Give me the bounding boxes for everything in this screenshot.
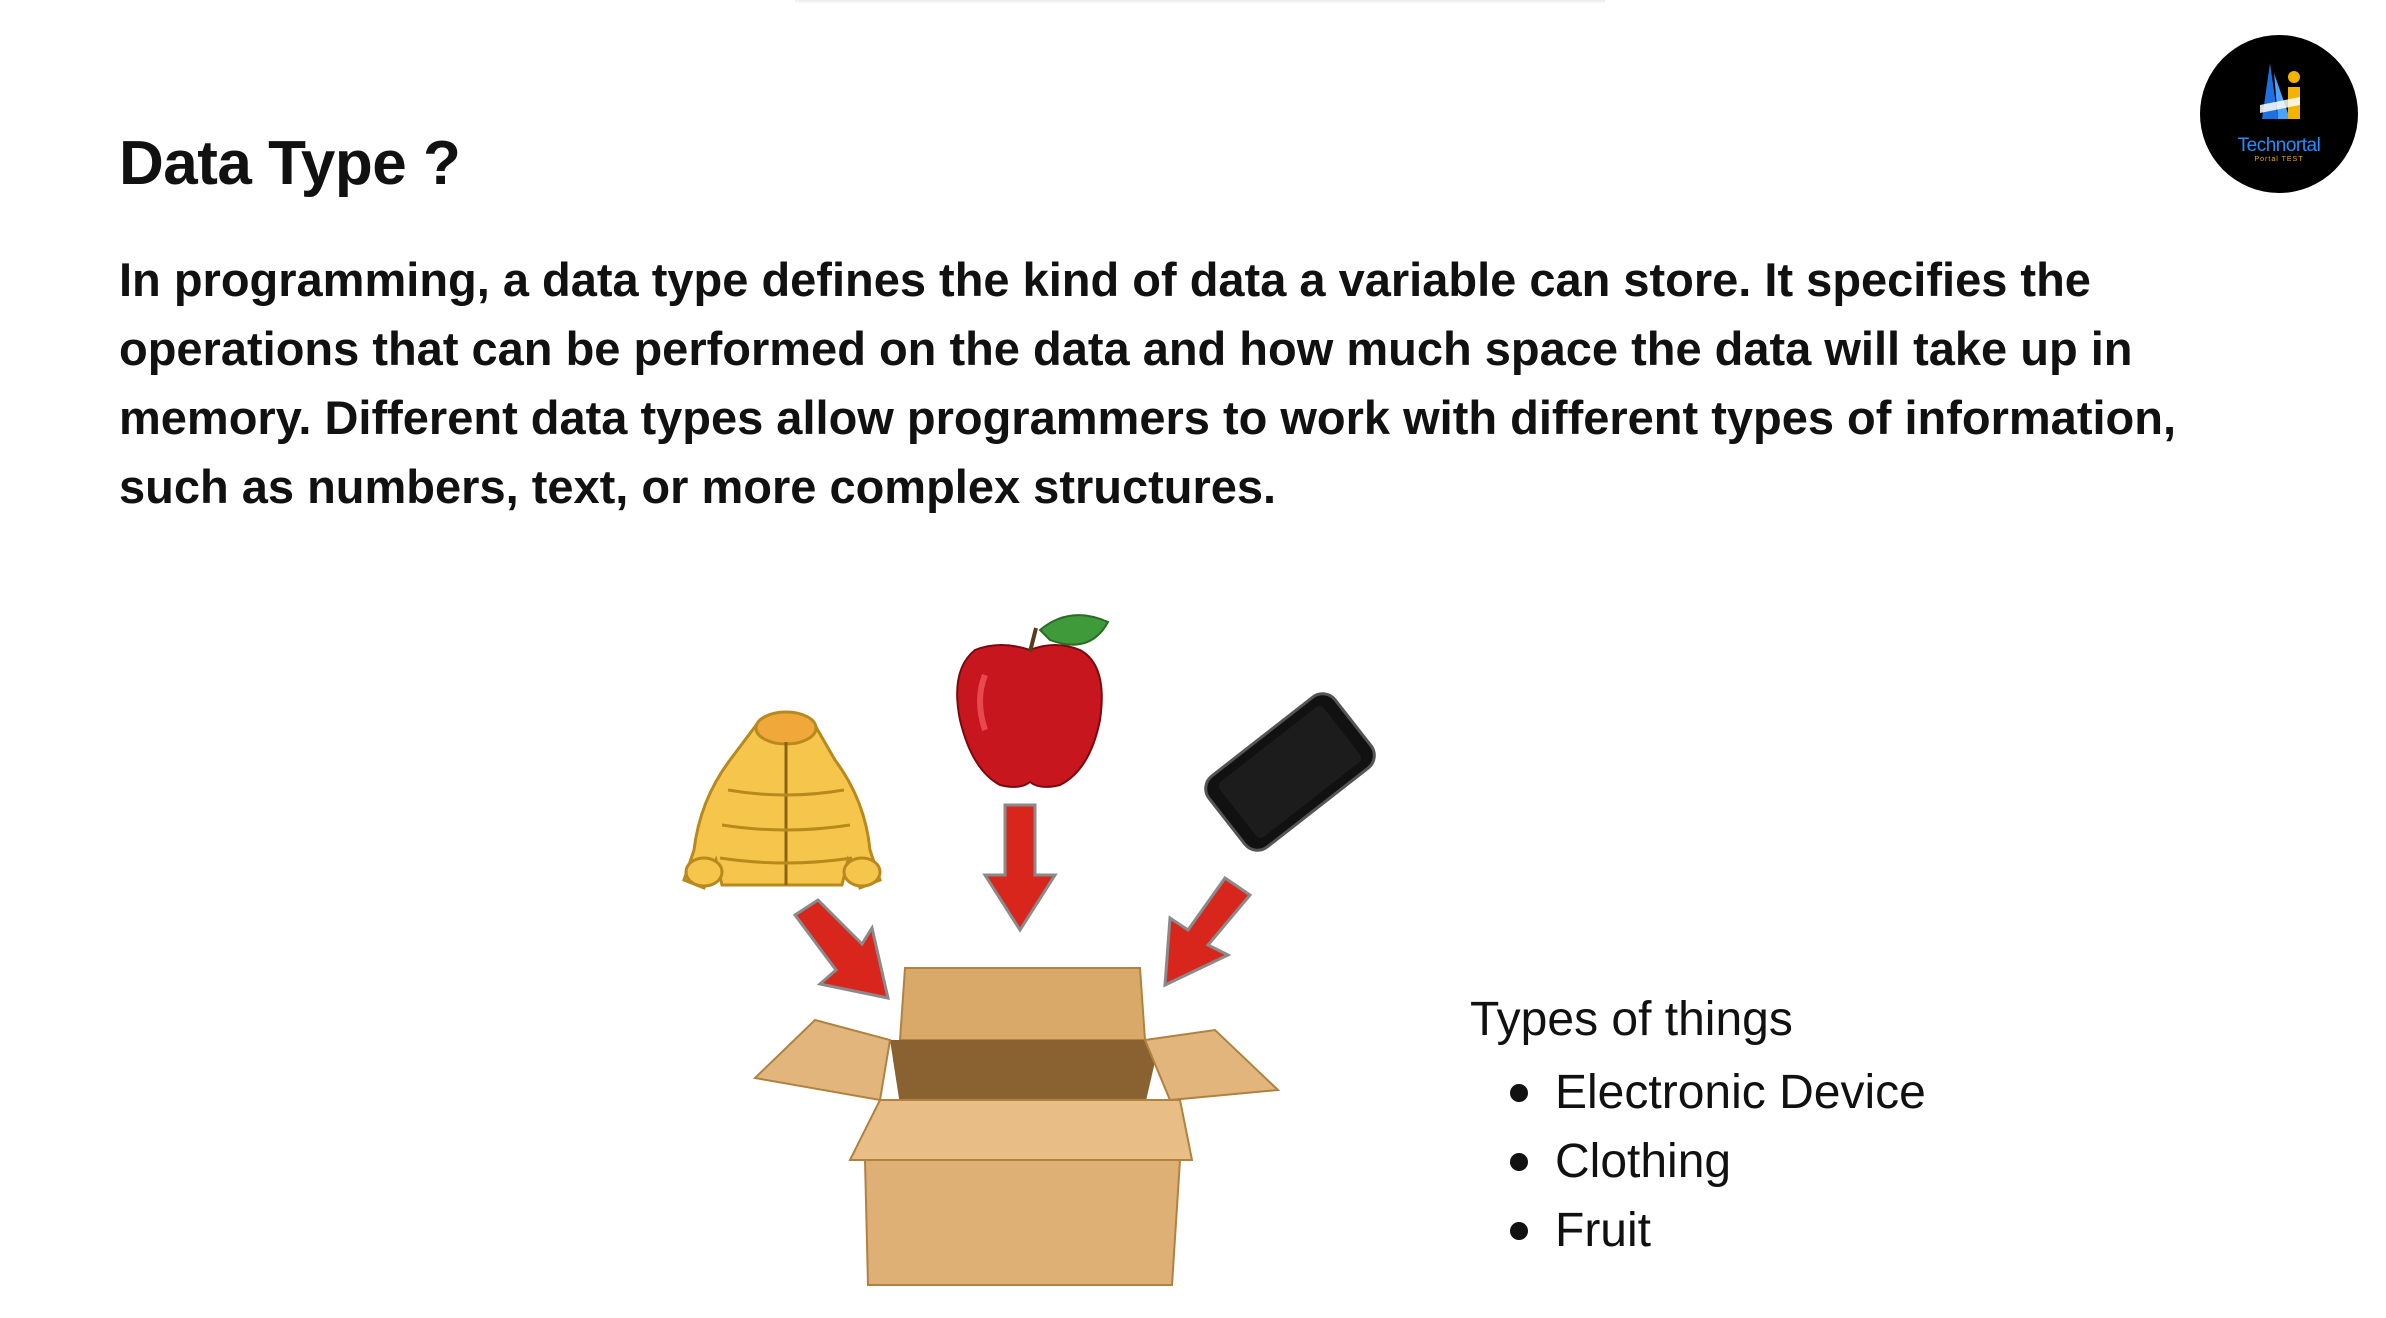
list-item: Electronic Device bbox=[1510, 1058, 1926, 1127]
data-type-illustration bbox=[682, 614, 1376, 1286]
box-icon bbox=[752, 967, 1281, 1286]
jacket-icon bbox=[682, 710, 882, 890]
list-item: Fruit bbox=[1510, 1196, 1926, 1265]
arrow-icon-center bbox=[982, 803, 1058, 933]
phone-icon bbox=[1204, 692, 1376, 852]
types-of-things: Types of things Electronic Device Clothi… bbox=[1470, 990, 1926, 1265]
bullet-icon bbox=[1510, 1084, 1528, 1102]
arrow-icon-right bbox=[1163, 875, 1253, 988]
list-item: Clothing bbox=[1510, 1127, 1926, 1196]
arrow-icon-left bbox=[792, 898, 890, 1000]
bullet-icon bbox=[1510, 1153, 1528, 1171]
list-item-label: Clothing bbox=[1555, 1135, 1732, 1188]
types-heading: Types of things bbox=[1470, 993, 1793, 1046]
list-item-label: Electronic Device bbox=[1555, 1066, 1926, 1119]
types-list: Electronic Device Clothing Fruit bbox=[1470, 1058, 1926, 1265]
list-item-label: Fruit bbox=[1555, 1204, 1651, 1257]
apple-icon bbox=[956, 614, 1110, 788]
bullet-icon bbox=[1510, 1222, 1528, 1240]
